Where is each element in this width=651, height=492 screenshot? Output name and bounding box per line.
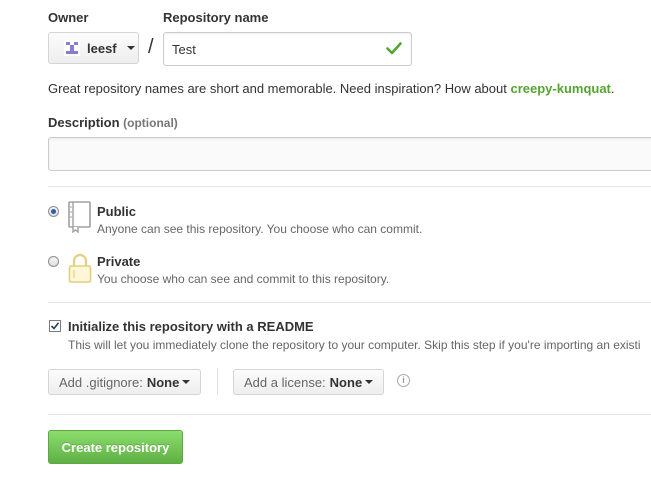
avatar-icon (64, 40, 80, 56)
readme-subtitle: This will let you immediately clone the … (68, 338, 641, 352)
public-radio[interactable] (48, 206, 59, 217)
suggested-name-link[interactable]: creepy-kumquat (510, 81, 610, 96)
info-icon[interactable]: i (397, 374, 410, 387)
lock-icon (68, 253, 92, 283)
chevron-down-icon (182, 380, 191, 384)
repo-book-icon (68, 201, 91, 233)
private-radio[interactable] (48, 256, 59, 267)
chevron-down-icon (365, 380, 374, 384)
public-subtitle: Anyone can see this repository. You choo… (97, 222, 423, 236)
private-title: Private (97, 254, 141, 269)
description-label: Description (optional) (48, 115, 178, 130)
check-icon (386, 42, 402, 55)
divider (48, 414, 651, 415)
divider (48, 302, 651, 303)
divider (48, 186, 651, 187)
gitignore-value: None (146, 374, 180, 390)
divider (217, 368, 218, 395)
private-subtitle: You choose who can see and commit to thi… (97, 272, 390, 286)
checkmark-icon (50, 322, 60, 330)
readme-checkbox[interactable] (49, 320, 61, 332)
owner-select[interactable]: leesf (48, 32, 139, 64)
optional-tag: (optional) (123, 116, 178, 130)
owner-username: leesf (87, 40, 117, 56)
repo-name-input[interactable] (163, 32, 412, 66)
repo-name-hint: Great repository names are short and mem… (48, 81, 615, 96)
owner-repo-separator: / (148, 36, 154, 58)
license-value: None (329, 374, 363, 390)
create-repository-button[interactable]: Create repository (48, 430, 183, 464)
chevron-down-icon (126, 46, 135, 50)
gitignore-select[interactable]: Add .gitignore: None (48, 369, 202, 395)
repo-name-label: Repository name (163, 10, 269, 25)
owner-label: Owner (48, 10, 89, 25)
license-select[interactable]: Add a license: None (233, 369, 385, 395)
description-input[interactable] (48, 137, 651, 171)
public-title: Public (97, 204, 137, 219)
readme-title: Initialize this repository with a README (68, 319, 314, 334)
